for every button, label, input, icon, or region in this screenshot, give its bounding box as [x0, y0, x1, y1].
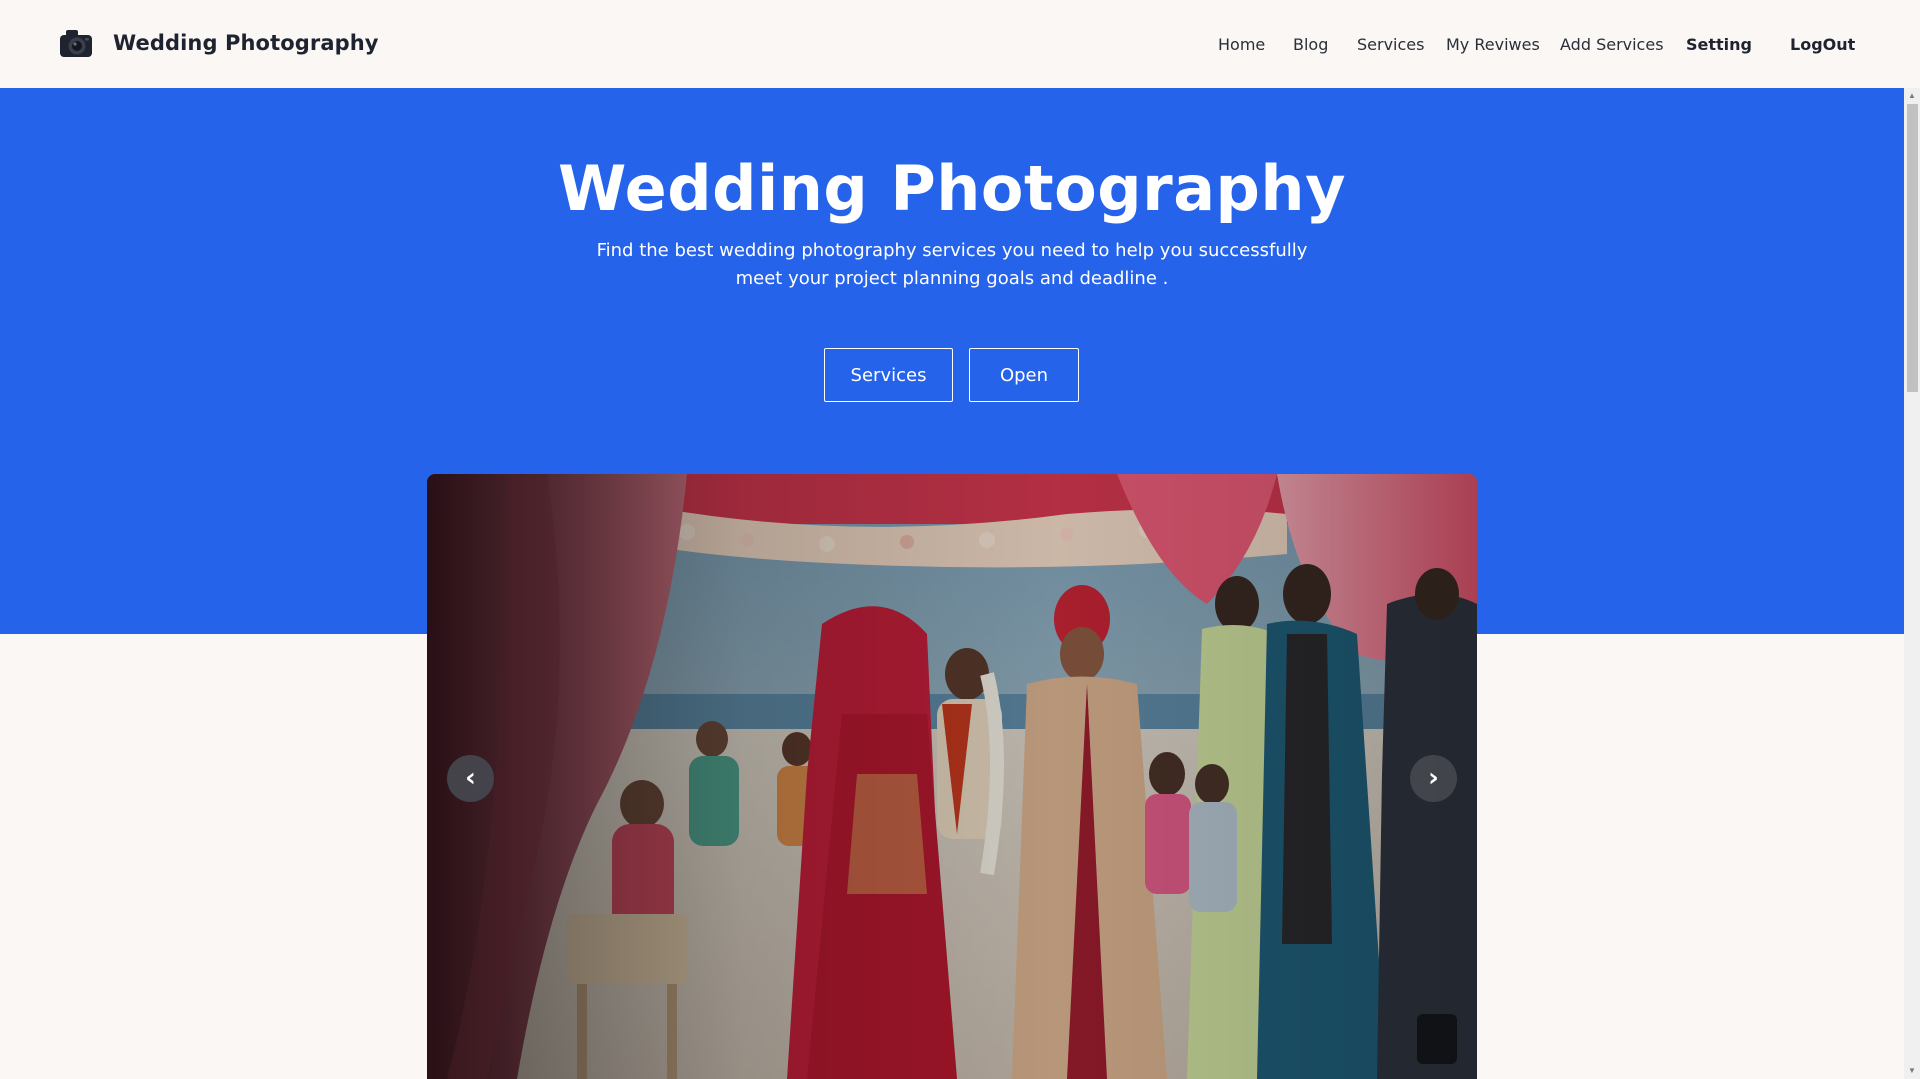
logout-button[interactable]: LogOut [1790, 35, 1855, 54]
photo-dark-overlay [427, 474, 1477, 1079]
hero-title: Wedding Photography [558, 152, 1346, 225]
carousel-next-button[interactable]: › [1410, 755, 1457, 802]
nav-add-services-link[interactable]: Add Services [1560, 35, 1664, 54]
scroll-down-arrow-icon[interactable]: ▼ [1904, 1063, 1920, 1079]
navbar: Wedding Photography Home Blog Services M… [0, 0, 1904, 88]
hero-services-button[interactable]: Services [824, 348, 953, 402]
nav-setting-link[interactable]: Setting [1686, 35, 1752, 54]
hero-subtitle: Find the best wedding photography servic… [596, 240, 1308, 289]
page-scrollbar[interactable]: ▲ ▼ [1904, 88, 1920, 1079]
chevron-left-icon: ‹ [465, 763, 476, 793]
carousel-prev-button[interactable]: ‹ [447, 755, 494, 802]
chevron-right-icon: › [1428, 763, 1439, 793]
nav-home-link[interactable]: Home [1218, 35, 1265, 54]
image-carousel: ‹ › [427, 474, 1477, 1079]
scrollbar-thumb[interactable] [1907, 104, 1918, 392]
brand-logo-link[interactable]: Wedding Photography [58, 26, 379, 60]
camera-icon [58, 26, 94, 60]
scroll-up-arrow-icon[interactable]: ▲ [1904, 88, 1920, 104]
brand-title: Wedding Photography [113, 31, 379, 55]
nav-blog-link[interactable]: Blog [1293, 35, 1328, 54]
nav-my-reviews-link[interactable]: My Reviwes [1446, 35, 1540, 54]
nav-services-link[interactable]: Services [1357, 35, 1424, 54]
hero-open-button[interactable]: Open [969, 348, 1079, 402]
